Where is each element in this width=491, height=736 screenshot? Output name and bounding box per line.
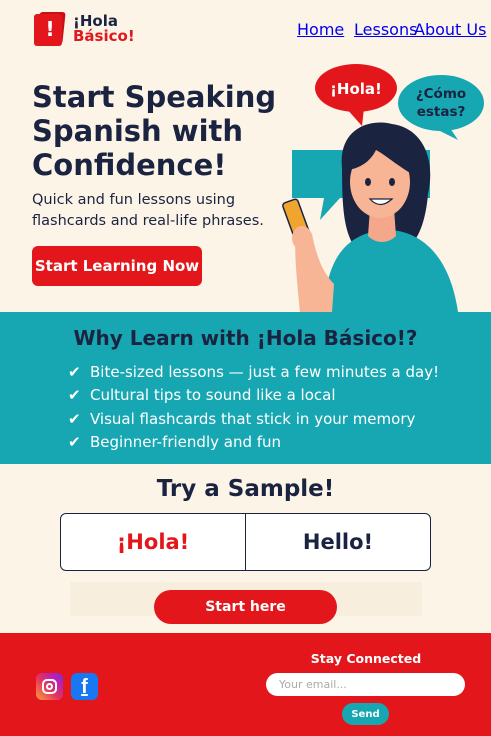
site-footer: f Stay Connected Send xyxy=(0,633,491,736)
brand-logo[interactable]: ! ¡Hola Básico! xyxy=(34,12,135,46)
list-item: ✔ Cultural tips to sound like a local xyxy=(68,384,439,408)
list-item: ✔ Bite-sized lessons — just a few minute… xyxy=(68,360,439,384)
list-item: ✔ Beginner-friendly and fun xyxy=(68,431,439,455)
stay-connected-heading: Stay Connected xyxy=(310,651,422,666)
benefit-text: Cultural tips to sound like a local xyxy=(90,386,336,405)
checkmark-icon: ✔ xyxy=(68,409,81,428)
list-item: ✔ Visual flashcards that stick in your m… xyxy=(68,407,439,431)
svg-text:¿Cómo: ¿Cómo xyxy=(416,86,466,102)
brand-name: ¡Hola Básico! xyxy=(73,14,135,44)
checkmark-icon: ✔ xyxy=(68,362,81,381)
hola-bubble-text: ¡Hola! xyxy=(330,80,382,98)
flashcard-spanish[interactable]: ¡Hola! xyxy=(61,514,246,570)
instagram-icon[interactable] xyxy=(36,673,63,700)
checkmark-icon: ✔ xyxy=(68,433,81,452)
girl-with-phone-illustration: ¡Hola! ¿Cómo estas? xyxy=(282,64,484,312)
book-exclamation-icon: ! xyxy=(34,12,66,46)
start-here-button[interactable]: Start here xyxy=(154,590,337,624)
como-estas-speech-bubble: ¿Cómo estas? xyxy=(398,75,484,140)
email-input[interactable] xyxy=(266,673,465,696)
hero-subtitle: Quick and fun lessons using flashcards a… xyxy=(32,192,264,229)
flashcard-english[interactable]: Hello! xyxy=(246,514,430,570)
checkmark-icon: ✔ xyxy=(68,386,81,405)
hero-title: Start Speaking Spanish with Confidence! xyxy=(32,80,277,182)
benefit-text: Beginner-friendly and fun xyxy=(90,433,282,452)
benefit-text: Bite-sized lessons — just a few minutes … xyxy=(90,362,440,381)
why-title: Why Learn with ¡Hola Básico!? xyxy=(73,326,418,350)
nav-home-link[interactable]: Home xyxy=(297,20,344,39)
facebook-icon[interactable]: f xyxy=(71,673,98,700)
nav-about-link[interactable]: About Us xyxy=(414,20,486,39)
benefit-text: Visual flashcards that stick in your mem… xyxy=(90,409,416,428)
sample-flashcard[interactable]: ¡Hola! Hello! xyxy=(60,513,431,571)
nav-lessons-link[interactable]: Lessons xyxy=(354,20,417,39)
why-learn-section: Why Learn with ¡Hola Básico!? ✔ Bite-siz… xyxy=(0,312,491,464)
hola-speech-bubble: ¡Hola! xyxy=(315,64,397,126)
benefits-list: ✔ Bite-sized lessons — just a few minute… xyxy=(68,360,439,454)
sample-title: Try a Sample! xyxy=(156,476,335,502)
send-button[interactable]: Send xyxy=(342,703,389,725)
start-learning-button[interactable]: Start Learning Now xyxy=(32,246,202,286)
svg-text:estas?: estas? xyxy=(417,104,466,120)
site-header: ! ¡Hola Básico! Home Lessons About Us xyxy=(0,0,491,60)
brand-name-line2: Básico! xyxy=(73,27,135,45)
